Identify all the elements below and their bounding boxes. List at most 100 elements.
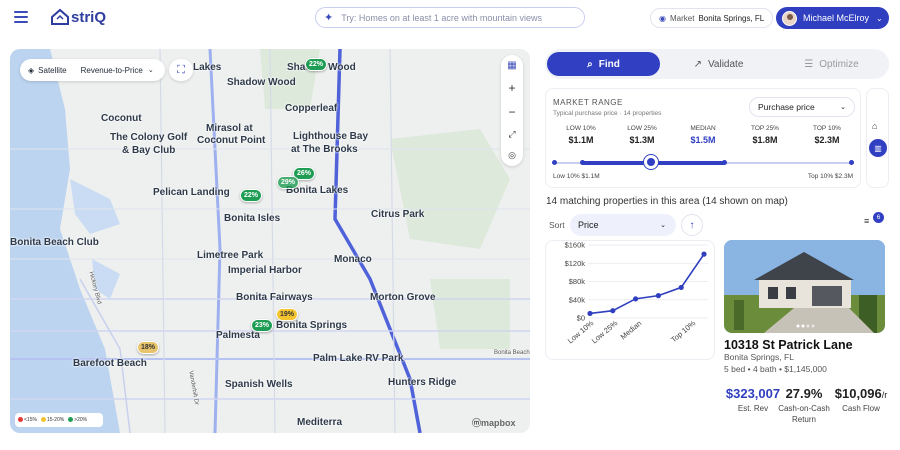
map-place-label: Bonita Springs bbox=[276, 320, 348, 331]
logo[interactable]: striQ bbox=[50, 8, 106, 26]
map-pin[interactable]: 22% bbox=[305, 58, 328, 71]
data-point bbox=[655, 293, 661, 299]
tab-find[interactable]: ⌕ Find bbox=[547, 52, 660, 76]
percentile-median: MEDIAN $1.5M bbox=[690, 125, 716, 145]
map-road-label: Bonita Beach bbox=[494, 350, 530, 356]
sliders-icon: ☰ bbox=[804, 58, 814, 70]
range-low-text: Low 10% $1.1M bbox=[553, 173, 600, 180]
locate-icon[interactable]: ◎ bbox=[508, 150, 516, 161]
data-point bbox=[701, 251, 707, 257]
map-icon[interactable]: ▦ bbox=[507, 60, 516, 71]
map-pin[interactable]: 29% bbox=[277, 176, 300, 189]
y-tick-label: $40k bbox=[569, 295, 586, 304]
tab-optimize[interactable]: ☰ Optimize bbox=[775, 52, 888, 76]
range-track[interactable] bbox=[554, 161, 854, 165]
purchase-price-select[interactable]: Purchase price ⌄ bbox=[749, 97, 855, 117]
sort-select[interactable]: Price ⌄ bbox=[570, 214, 676, 236]
data-point bbox=[633, 296, 639, 302]
map-place-label: Bonita Fairways bbox=[236, 292, 313, 303]
trend-icon: ↗ bbox=[693, 58, 702, 70]
revenue-chart: $0$40k$80k$120k$160kLow 10%Low 25% Median… bbox=[565, 241, 708, 345]
zoom-in-button[interactable]: + bbox=[508, 81, 515, 95]
map-place-label: Lakes bbox=[193, 62, 222, 73]
sort-direction-button[interactable]: ↑ bbox=[681, 214, 703, 236]
property-photo[interactable] bbox=[724, 240, 885, 333]
house-photo-icon bbox=[724, 240, 885, 333]
filter-icon: ≡ bbox=[864, 216, 870, 226]
map-place-label: Mirasol at bbox=[206, 123, 253, 134]
layers-icon: ◈ bbox=[28, 65, 35, 75]
data-point bbox=[678, 284, 684, 291]
range-high-text: Top 10% $2.3M bbox=[807, 173, 853, 180]
y-tick-label: $0 bbox=[577, 314, 585, 323]
map-place-label: Mediterra bbox=[297, 417, 343, 428]
mode-tabs: ⌕ Find ↗ Validate ☰ Optimize bbox=[545, 49, 889, 79]
zoom-out-button[interactable]: − bbox=[508, 105, 515, 119]
market-range-panel: MARKET RANGE Typical purchase price · 14… bbox=[545, 88, 861, 188]
y-tick-label: $80k bbox=[569, 277, 586, 286]
map-place-label: Morton Grove bbox=[370, 292, 436, 303]
fullscreen-icon[interactable]: ⛶ bbox=[169, 59, 193, 81]
map-place-label: Coconut bbox=[101, 113, 142, 124]
map-place-label: Barefoot Beach bbox=[73, 358, 147, 369]
map-place-label: Shadow Wood bbox=[227, 77, 296, 88]
map-pin[interactable]: 22% bbox=[240, 189, 263, 202]
map-view[interactable]: ◈ Satellite Revenue-to-Price ⌄ ⛶ ▦ + − ⤢… bbox=[10, 49, 530, 433]
range-dot bbox=[722, 160, 727, 165]
map-pin[interactable]: 18% bbox=[137, 341, 160, 354]
map-layer-control[interactable]: ◈ Satellite Revenue-to-Price ⌄ bbox=[20, 59, 165, 81]
menu-icon[interactable] bbox=[14, 11, 28, 23]
stat-cash-on-cash: 27.9% Cash-on-Cash Return bbox=[778, 386, 830, 424]
arrow-up-icon: ↑ bbox=[689, 219, 695, 231]
results-count: 14 matching properties in this area (14 … bbox=[546, 196, 788, 207]
search-input[interactable]: ✦ Try: Homes on at least 1 acre with mou… bbox=[315, 7, 585, 28]
range-slider-handle[interactable] bbox=[644, 155, 658, 169]
map-place-label: The Colony Golf bbox=[110, 132, 188, 143]
map-place-label: Coconut Point bbox=[197, 135, 266, 146]
property-specs: 5 bed • 4 bath • $1,145,000 bbox=[724, 364, 827, 374]
stat-est-rev: $323,007 Est. Rev bbox=[725, 386, 781, 413]
y-tick-label: $160k bbox=[565, 241, 586, 250]
property-address[interactable]: 10318 St Patrick Lane bbox=[724, 338, 853, 352]
market-selector[interactable]: ◉ Market Bonita Springs, FL bbox=[650, 8, 774, 28]
map-place-label: Palm Lake RV Park bbox=[313, 353, 404, 364]
x-tick-label: Low 25% bbox=[590, 318, 620, 345]
x-tick-label: Median bbox=[619, 319, 644, 342]
market-label: Market bbox=[669, 13, 695, 23]
data-point bbox=[587, 310, 593, 317]
home-chart-icon[interactable]: ⌂ bbox=[872, 121, 877, 131]
filter-button[interactable]: ≡ 6 bbox=[864, 212, 886, 234]
legend-low: <15% bbox=[24, 417, 37, 423]
user-menu-button[interactable]: Michael McElroy ⌄ bbox=[776, 7, 889, 29]
chevron-down-icon: ⌄ bbox=[660, 222, 666, 229]
chevron-down-icon: ⌄ bbox=[876, 13, 883, 23]
user-name: Michael McElroy bbox=[803, 13, 870, 23]
map-pin[interactable]: 19% bbox=[276, 308, 299, 321]
building-icon[interactable]: ▥ bbox=[869, 139, 887, 157]
location-pin-icon: ◉ bbox=[659, 13, 666, 23]
tab-validate[interactable]: ↗ Validate bbox=[662, 52, 775, 76]
map-place-label: at The Brooks bbox=[291, 144, 358, 155]
filter-count-badge: 6 bbox=[873, 212, 884, 223]
map-place-label: Citrus Park bbox=[371, 209, 425, 220]
revenue-chart-card[interactable]: $0 $40k $80k $120k $160k Low 10% Low 25% Median… bbox=[545, 240, 715, 360]
map-pin[interactable]: 23% bbox=[251, 319, 274, 332]
expand-icon[interactable]: ⤢ bbox=[508, 129, 515, 140]
market-value: Bonita Springs, FL bbox=[698, 13, 765, 23]
map-legend: <15% 15-20% >20% bbox=[15, 413, 103, 427]
map-place-label: Pelican Landing bbox=[153, 187, 230, 198]
property-card[interactable]: 10318 St Patrick Lane Bonita Springs, FL… bbox=[724, 240, 890, 445]
search-placeholder: Try: Homes on at least 1 acre with mount… bbox=[341, 12, 542, 23]
legend-high: >20% bbox=[74, 417, 88, 423]
map-place-label: Limetree Park bbox=[197, 250, 264, 261]
chevron-down-icon: ⌄ bbox=[147, 67, 154, 74]
property-city: Bonita Springs, FL bbox=[724, 352, 794, 362]
map-place-label: Palmesta bbox=[216, 330, 260, 341]
map-place-label: Hunters Ridge bbox=[388, 377, 457, 388]
chevron-down-icon: ⌄ bbox=[840, 104, 846, 111]
y-tick-label: $120k bbox=[565, 259, 586, 268]
map-place-label: Monaco bbox=[334, 254, 372, 265]
range-dot bbox=[552, 160, 557, 165]
map-place-label: Bonita Beach Club bbox=[10, 237, 99, 248]
map-place-label: Copperleaf bbox=[285, 103, 338, 114]
